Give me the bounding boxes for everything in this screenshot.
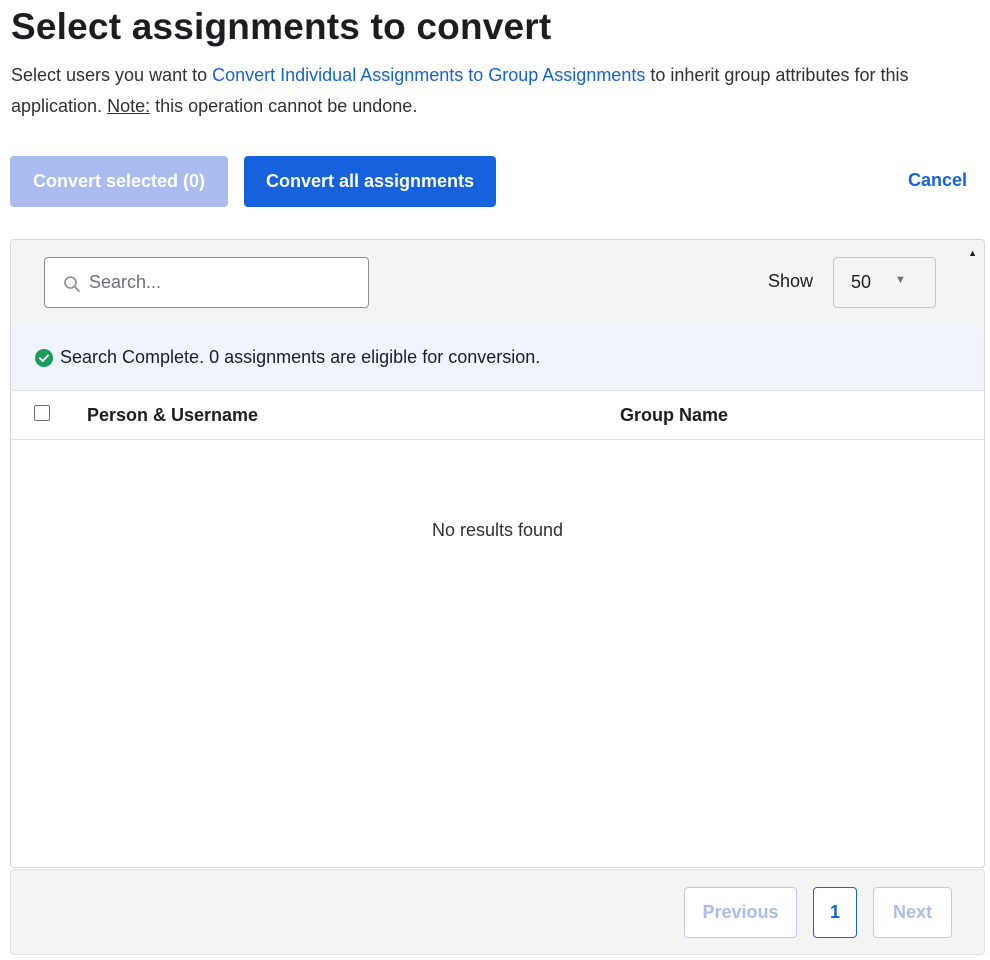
note-text: this operation cannot be undone. bbox=[150, 96, 418, 116]
empty-results-message: No results found bbox=[431, 520, 564, 540]
page-description: Select users you want to Convert Individ… bbox=[11, 60, 981, 122]
search-input[interactable]: Search... bbox=[44, 257, 369, 308]
convert-assignments-link[interactable]: Convert Individual Assignments to Group … bbox=[212, 65, 645, 85]
note-label: Note: bbox=[107, 96, 151, 116]
status-message: Search Complete. 0 assignments are eligi… bbox=[60, 347, 541, 367]
status-banner: Search Complete. 0 assignments are eligi… bbox=[11, 326, 984, 391]
description-text-start: Select users you want to bbox=[11, 65, 213, 85]
column-header-group[interactable]: Group Name bbox=[620, 405, 728, 426]
assignments-panel: Search... Show 50 ▼ ▲ Search Complete. 0… bbox=[10, 239, 985, 868]
cancel-link[interactable]: Cancel bbox=[908, 170, 967, 191]
page-size-value: 50 bbox=[851, 272, 872, 292]
convert-all-button[interactable]: Convert all assignments bbox=[244, 156, 496, 207]
previous-page-button[interactable]: Previous bbox=[684, 887, 797, 938]
page-title: Select assignments to convert bbox=[11, 6, 552, 47]
convert-selected-button[interactable]: Convert selected (0) bbox=[10, 156, 228, 207]
search-placeholder: Search... bbox=[89, 272, 162, 292]
scroll-up-arrow-icon[interactable]: ▲ bbox=[968, 248, 977, 258]
next-page-button[interactable]: Next bbox=[873, 887, 952, 938]
column-header-person[interactable]: Person & Username bbox=[87, 405, 258, 426]
select-all-checkbox[interactable] bbox=[34, 405, 50, 421]
table-toolbar: Search... Show 50 ▼ ▲ bbox=[11, 240, 984, 327]
pagination-bar: Previous 1 Next bbox=[10, 869, 985, 955]
caret-down-icon: ▼ bbox=[895, 274, 906, 286]
search-icon bbox=[64, 276, 80, 292]
page-number-button[interactable]: 1 bbox=[813, 887, 857, 938]
page-size-select[interactable]: 50 ▼ bbox=[833, 257, 936, 308]
check-circle-icon bbox=[35, 349, 53, 367]
show-label: Show bbox=[768, 271, 814, 291]
table-header: Person & Username Group Name bbox=[11, 391, 984, 440]
